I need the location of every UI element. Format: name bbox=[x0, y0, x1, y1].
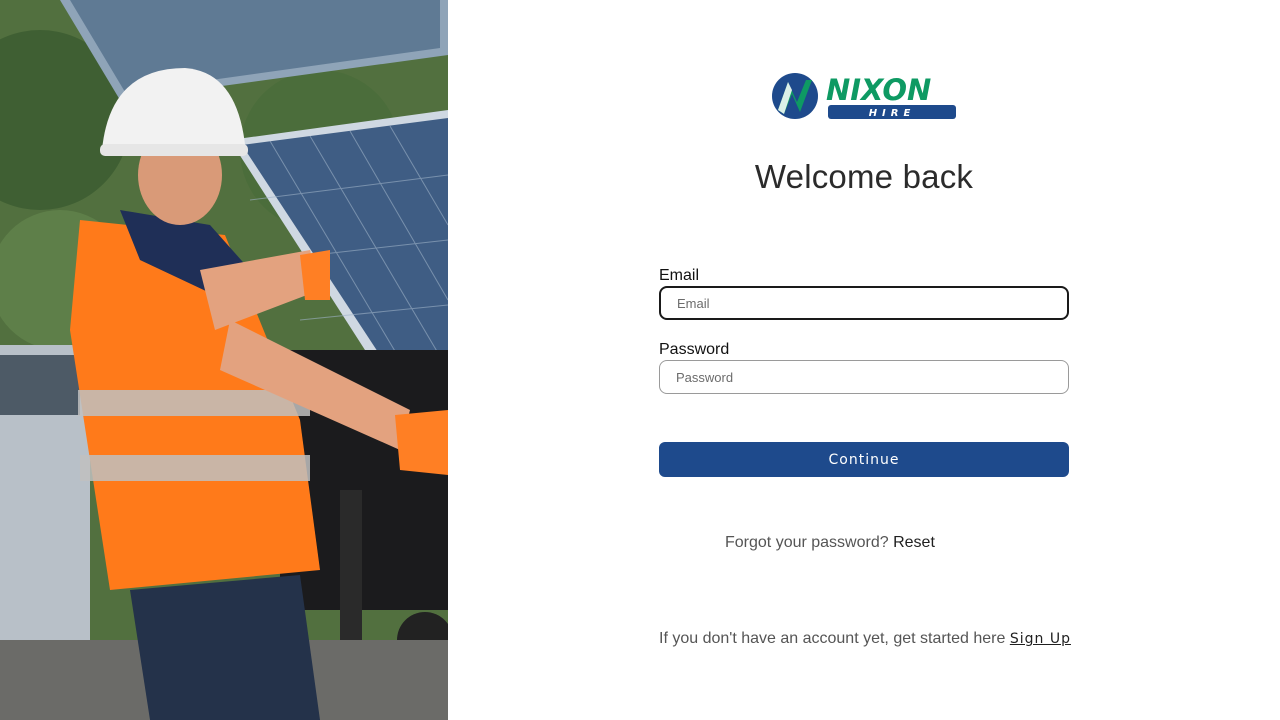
page-title: Welcome back bbox=[754, 158, 974, 195]
email-label: Email bbox=[659, 267, 700, 284]
logo-emblem-icon bbox=[772, 73, 818, 119]
continue-button[interactable]: Continue bbox=[659, 442, 1069, 477]
worker-solar-illustration bbox=[0, 0, 448, 720]
email-field[interactable] bbox=[659, 286, 1069, 320]
logo-subtitle: HIRE bbox=[869, 108, 916, 119]
signup-row: If you don't have an account yet, get st… bbox=[659, 630, 1071, 648]
logo-wordmark: NIXON bbox=[826, 73, 931, 107]
password-label: Password bbox=[659, 341, 730, 358]
password-field[interactable] bbox=[659, 360, 1069, 394]
forgot-password-text: Forgot your password? bbox=[725, 534, 889, 551]
hero-image bbox=[0, 0, 448, 720]
nixon-hire-logo: NIXON HIRE bbox=[770, 72, 960, 122]
forgot-password-row: Forgot your password? Reset bbox=[725, 534, 935, 552]
sign-up-link[interactable]: Sign Up bbox=[1010, 631, 1071, 647]
reset-link[interactable]: Reset bbox=[893, 534, 935, 551]
signup-text: If you don't have an account yet, get st… bbox=[659, 630, 1006, 647]
